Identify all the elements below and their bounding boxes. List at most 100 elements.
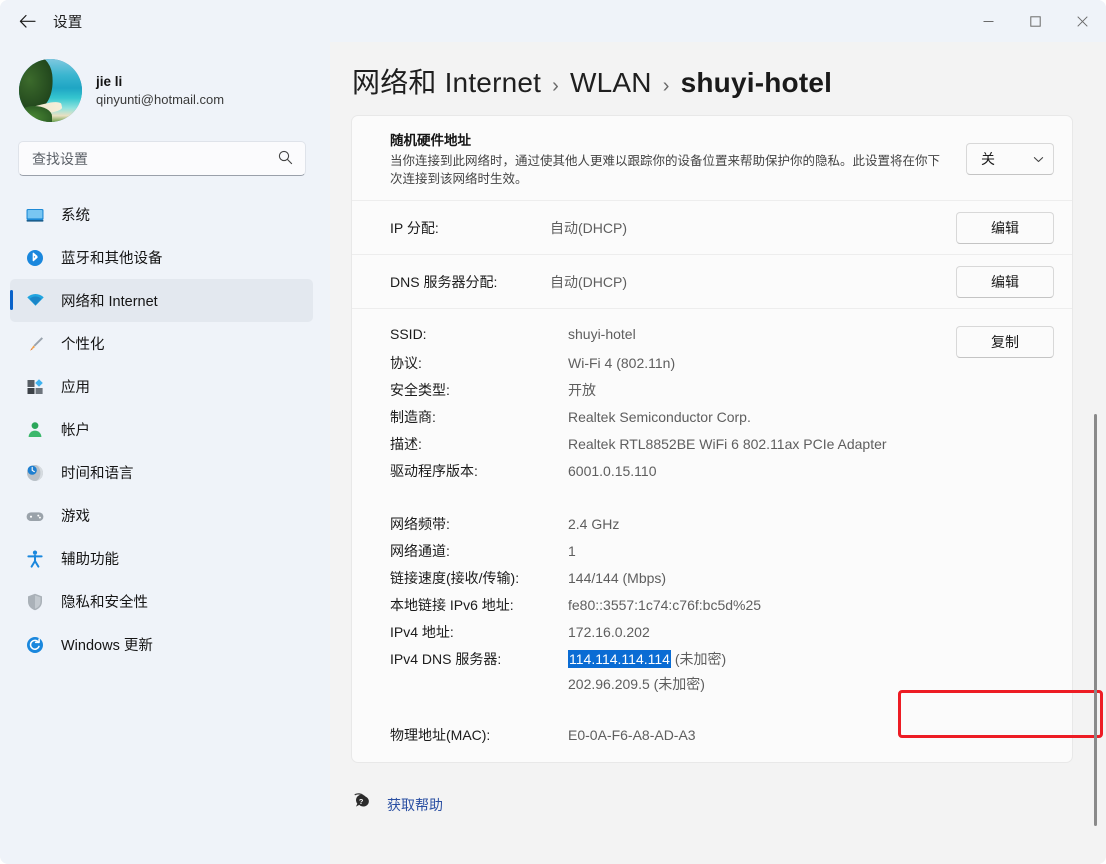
sidebar-item-label: 蓝牙和其他设备 <box>61 251 163 267</box>
close-icon <box>1077 15 1088 27</box>
detail-row-ssid: SSID: shuyi-hotel <box>390 326 1054 353</box>
sidebar-item-accounts[interactable]: 帐户 <box>10 408 313 451</box>
dns-primary-suffix: (未加密) <box>670 651 727 667</box>
dns-assignment-label: DNS 服务器分配: <box>390 273 498 290</box>
avatar <box>19 59 82 122</box>
detail-label: IPv4 DNS 服务器: <box>390 651 502 667</box>
close-button[interactable] <box>1059 0 1106 42</box>
title-bar: 设置 <box>0 0 1106 42</box>
dns-primary-line[interactable]: 114.114.114.114 (未加密) <box>568 649 726 674</box>
detail-row-description: 描述: Realtek RTL8852BE WiFi 6 802.11ax PC… <box>390 434 1054 461</box>
get-help-link[interactable]: ? 获取帮助 <box>351 792 443 817</box>
copy-button[interactable]: 复制 <box>956 326 1054 358</box>
sidebar: jie li qinyunti@hotmail.com 查找设置 系统 蓝牙和其… <box>0 42 330 864</box>
search-icon <box>278 150 293 170</box>
search-box[interactable] <box>18 141 306 176</box>
detail-value: Realtek RTL8852BE WiFi 6 802.11ax PCIe A… <box>568 436 887 452</box>
edit-dns-button[interactable]: 编辑 <box>956 265 1054 298</box>
breadcrumb-item-network[interactable]: 网络和 Internet <box>352 61 541 101</box>
content-scrollbar[interactable] <box>1089 42 1103 864</box>
sidebar-item-privacy-security[interactable]: 隐私和安全性 <box>10 580 313 623</box>
back-arrow-icon <box>19 14 36 28</box>
svg-text:?: ? <box>359 797 364 806</box>
detail-row-mac-address: 物理地址(MAC): E0-0A-F6-A8-AD-A3 <box>390 725 1054 752</box>
sidebar-item-bluetooth[interactable]: 蓝牙和其他设备 <box>10 236 313 279</box>
random-hardware-address-row: 随机硬件地址 当你连接到此网络时，通过使其他人更难以跟踪你的设备位置来帮助保护你… <box>352 116 1072 201</box>
detail-value: fe80::3557:1c74:c76f:bc5d%25 <box>568 597 762 613</box>
ip-assignment-row: IP 分配: 自动(DHCP) 编辑 <box>352 201 1072 255</box>
update-refresh-icon <box>24 634 46 656</box>
sidebar-item-accessibility[interactable]: 辅助功能 <box>10 537 313 580</box>
apps-icon <box>24 376 46 398</box>
back-button[interactable] <box>10 6 44 36</box>
account-text: jie li qinyunti@hotmail.com <box>96 73 224 109</box>
breadcrumb: 网络和 Internet › WLAN › shuyi-hotel <box>352 61 1106 101</box>
detail-row-link-speed: 链接速度(接收/传输): 144/144 (Mbps) <box>390 568 1054 595</box>
random-hardware-title: 随机硬件地址 <box>390 132 471 148</box>
detail-row-ipv6-link-local: 本地链接 IPv6 地址: fe80::3557:1c74:c76f:bc5d%… <box>390 595 1054 622</box>
maximize-button[interactable] <box>1012 0 1059 42</box>
detail-value: 172.16.0.202 <box>568 624 650 640</box>
dns-values: 114.114.114.114 (未加密) 202.96.209.5 (未加密) <box>568 649 726 699</box>
sidebar-item-label: 时间和语言 <box>61 466 134 482</box>
clock-globe-icon <box>24 462 46 484</box>
sidebar-item-network[interactable]: 网络和 Internet <box>10 279 313 322</box>
detail-label: 物理地址(MAC): <box>390 727 491 743</box>
detail-label: 网络通道: <box>390 543 450 559</box>
scrollbar-thumb[interactable] <box>1094 414 1097 826</box>
breadcrumb-separator: › <box>662 75 670 97</box>
sidebar-item-time-language[interactable]: 时间和语言 <box>10 451 313 494</box>
breadcrumb-item-wlan[interactable]: WLAN <box>570 67 652 99</box>
sidebar-item-label: Windows 更新 <box>61 638 153 654</box>
detail-row-band: 网络频带: 2.4 GHz <box>390 514 1054 541</box>
sidebar-item-label: 帐户 <box>61 423 90 439</box>
detail-label: 描述: <box>390 436 422 452</box>
content-pane: 网络和 Internet › WLAN › shuyi-hotel 随机硬件地址… <box>330 42 1106 864</box>
minimize-button[interactable] <box>965 0 1012 42</box>
detail-row-ipv4-address: IPv4 地址: 172.16.0.202 <box>390 622 1054 649</box>
detail-group-separator <box>390 488 1054 514</box>
random-hardware-description: 当你连接到此网络时，通过使其他人更难以跟踪你的设备位置来帮助保护你的隐私。此设置… <box>390 153 941 186</box>
gamepad-icon <box>24 505 46 527</box>
get-help-label: 获取帮助 <box>387 796 443 813</box>
random-hardware-dropdown[interactable]: 关 <box>966 143 1054 175</box>
sidebar-nav: 系统 蓝牙和其他设备 网络和 Internet 个性化 应用 帐户 时间和语言 … <box>0 193 330 666</box>
detail-label: 安全类型: <box>390 382 450 398</box>
account-name: jie li <box>96 73 123 89</box>
detail-label: 链接速度(接收/传输): <box>390 570 520 586</box>
sidebar-item-label: 系统 <box>61 208 90 224</box>
bluetooth-icon <box>24 247 46 269</box>
sidebar-item-personalization[interactable]: 个性化 <box>10 322 313 365</box>
breadcrumb-item-current: shuyi-hotel <box>680 67 833 98</box>
accessibility-icon <box>24 548 46 570</box>
detail-value: Wi-Fi 4 (802.11n) <box>568 355 676 371</box>
detail-value: 1 <box>568 543 576 559</box>
person-icon <box>24 419 46 441</box>
sidebar-item-apps[interactable]: 应用 <box>10 365 313 408</box>
detail-row-protocol: 协议: Wi-Fi 4 (802.11n) <box>390 353 1054 380</box>
detail-value: 2.4 GHz <box>568 516 620 532</box>
dns-assignment-row: DNS 服务器分配: 自动(DHCP) 编辑 <box>352 255 1072 309</box>
title-bar-left: 设置 <box>0 0 82 42</box>
dns-secondary-line[interactable]: 202.96.209.5 (未加密) <box>568 674 726 699</box>
sidebar-item-gaming[interactable]: 游戏 <box>10 494 313 537</box>
sidebar-item-label: 隐私和安全性 <box>61 595 148 611</box>
sidebar-item-windows-update[interactable]: Windows 更新 <box>10 623 313 666</box>
detail-value: Realtek Semiconductor Corp. <box>568 409 751 425</box>
sidebar-item-label: 应用 <box>61 380 90 396</box>
help-question-icon: ? <box>351 792 373 817</box>
sidebar-item-label: 网络和 Internet <box>61 294 158 310</box>
account-block[interactable]: jie li qinyunti@hotmail.com <box>19 59 330 122</box>
detail-group-separator <box>390 699 1054 725</box>
minimize-icon <box>983 20 994 22</box>
chevron-down-icon <box>1033 156 1044 162</box>
detail-row-ipv4-dns: IPv4 DNS 服务器: 114.114.114.114 (未加密) 202.… <box>390 649 1054 699</box>
detail-label: 制造商: <box>390 409 436 425</box>
edit-ip-button[interactable]: 编辑 <box>956 211 1054 244</box>
dropdown-value: 关 <box>981 151 995 167</box>
sidebar-item-system[interactable]: 系统 <box>10 193 313 236</box>
detail-label: SSID: <box>390 326 427 342</box>
search-input[interactable] <box>32 150 257 167</box>
detail-label: 网络频带: <box>390 516 450 532</box>
detail-value: shuyi-hotel <box>568 326 636 342</box>
